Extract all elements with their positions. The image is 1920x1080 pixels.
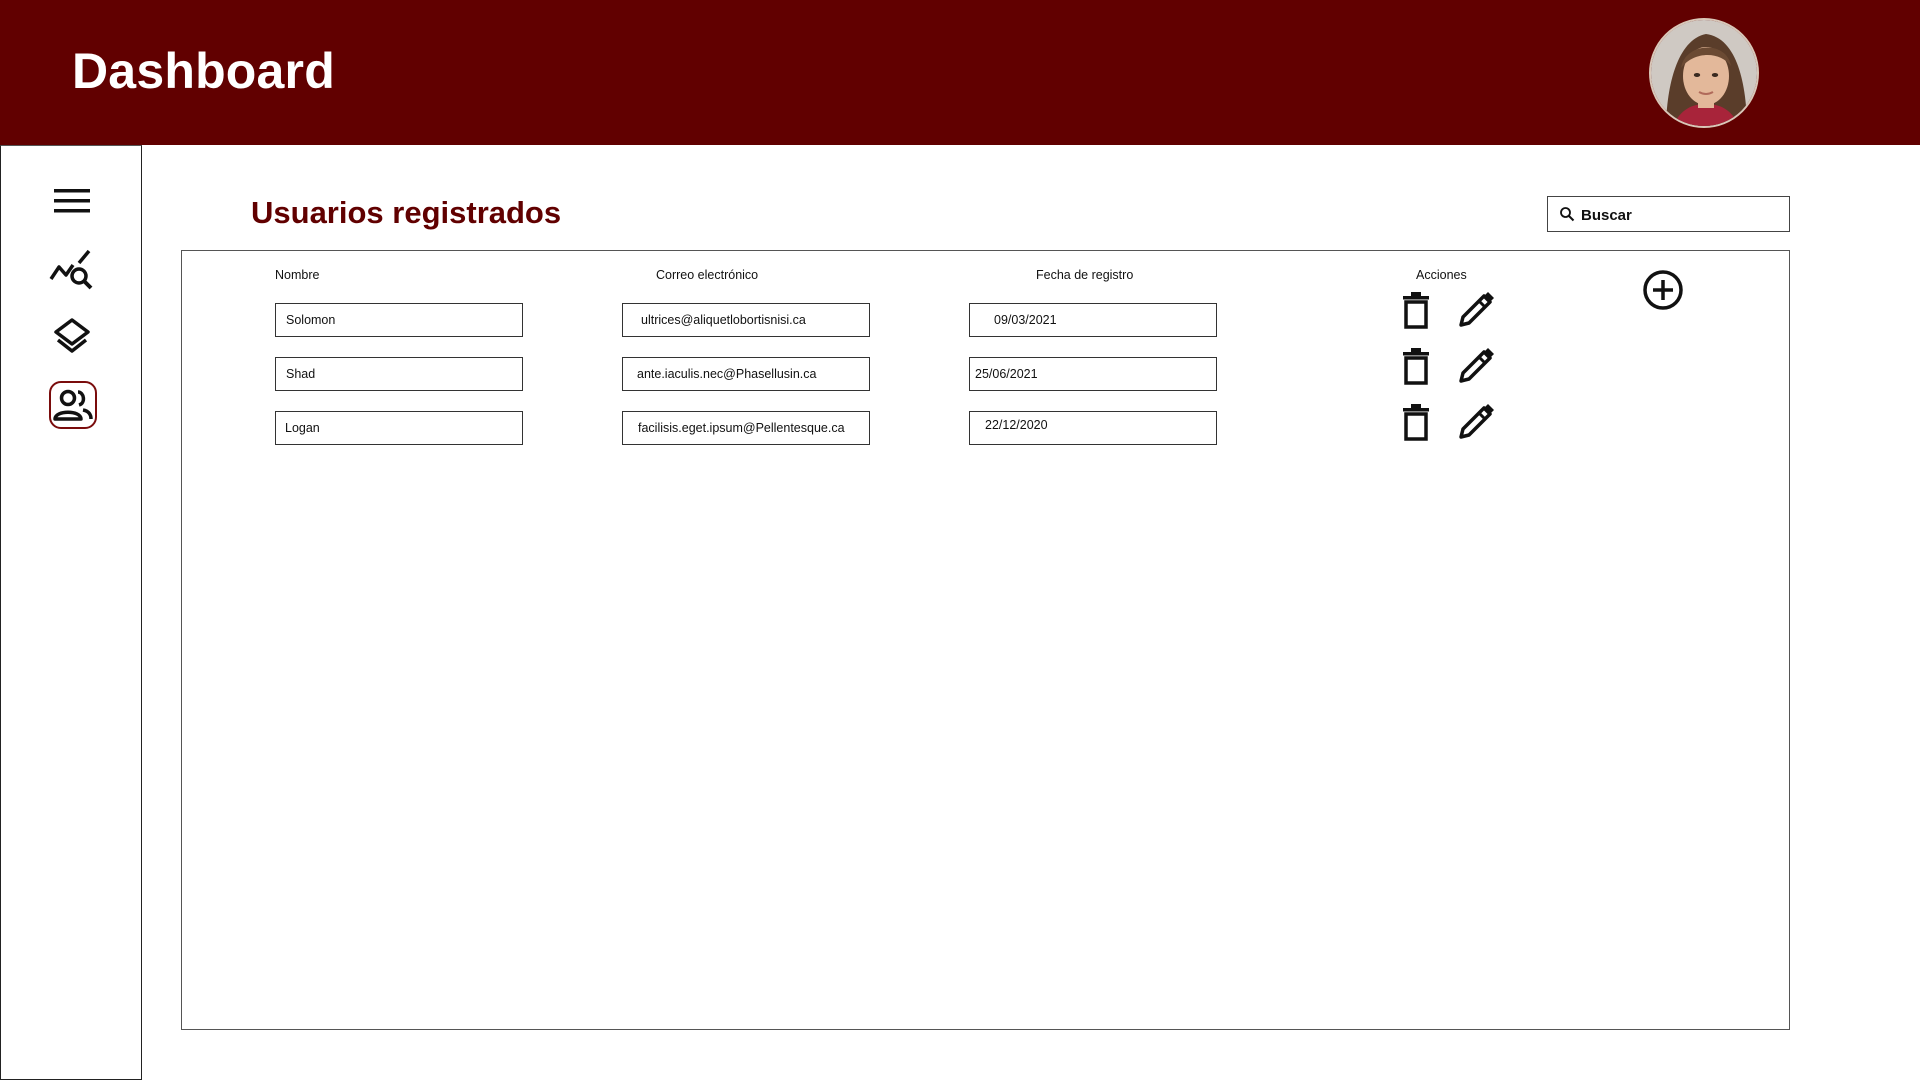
user-avatar[interactable] [1649, 18, 1759, 128]
column-header-name: Nombre [275, 268, 320, 282]
date-field[interactable]: 09/03/2021 [969, 303, 1217, 337]
trash-icon[interactable] [1398, 346, 1434, 386]
analytics-search-icon[interactable] [47, 245, 97, 295]
page-title: Dashboard [72, 43, 335, 99]
section-title: Usuarios registrados [251, 195, 562, 230]
search-input[interactable]: Buscar [1547, 196, 1790, 232]
edit-pencil-icon[interactable] [1456, 346, 1496, 386]
email-field[interactable]: facilisis.eget.ipsum@Pellentesque.ca [622, 411, 870, 445]
column-header-actions: Acciones [1416, 268, 1467, 282]
search-icon [1560, 207, 1575, 222]
name-field[interactable]: Shad [275, 357, 523, 391]
name-field[interactable]: Solomon [275, 303, 523, 337]
date-field[interactable]: 22/12/2020 [969, 411, 1217, 445]
edit-pencil-icon[interactable] [1456, 402, 1496, 442]
add-circle-icon [1643, 270, 1683, 310]
search-placeholder: Buscar [1581, 207, 1632, 224]
column-header-email: Correo electrónico [656, 268, 759, 282]
column-header-date: Fecha de registro [1036, 268, 1134, 282]
trash-icon[interactable] [1398, 290, 1434, 330]
menu-icon[interactable] [47, 176, 97, 226]
name-field[interactable]: Logan [275, 411, 523, 445]
sidebar [0, 145, 142, 1080]
email-field[interactable]: ante.iaculis.nec@Phasellusin.ca [622, 357, 870, 391]
users-icon[interactable] [49, 381, 97, 429]
layers-icon[interactable] [47, 311, 97, 361]
date-field[interactable]: 25/06/2021 [969, 357, 1217, 391]
edit-pencil-icon[interactable] [1456, 290, 1496, 330]
avatar-photo [1651, 20, 1757, 126]
trash-icon[interactable] [1398, 402, 1434, 442]
add-user-button[interactable] [1641, 268, 1685, 312]
header-bar: Dashboard [0, 0, 1920, 145]
email-field[interactable]: ultrices@aliquetlobortisnisi.ca [622, 303, 870, 337]
